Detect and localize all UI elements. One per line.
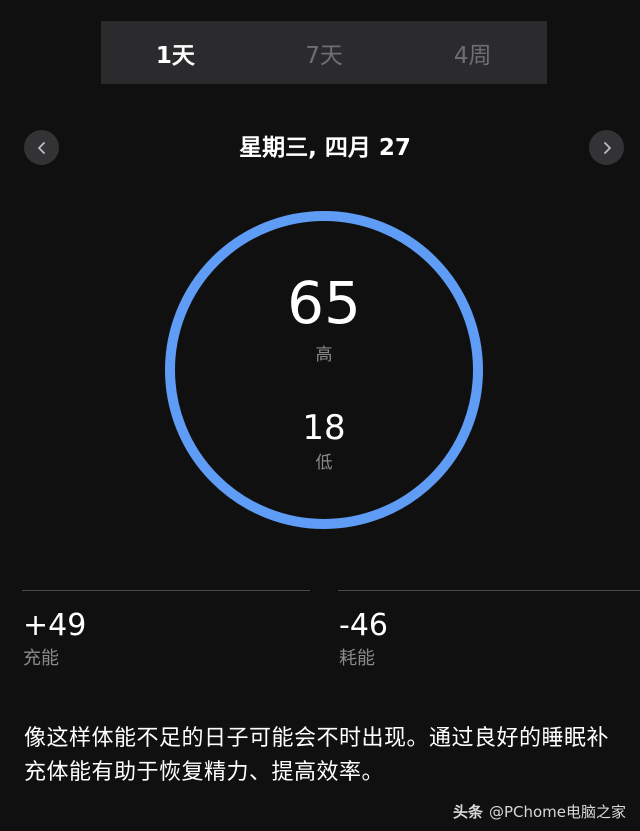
chevron-right-icon — [603, 141, 611, 154]
low-label: 低 — [315, 453, 333, 473]
chevron-left-icon — [37, 141, 45, 154]
high-value: 65 — [287, 269, 361, 337]
drain-divider — [338, 590, 640, 591]
tab-4-weeks[interactable]: 4周 — [398, 21, 547, 84]
next-day-button[interactable] — [589, 130, 624, 165]
date-title: 星期三, 四月 27 — [239, 135, 411, 161]
charge-label: 充能 — [23, 648, 59, 669]
tab-7-days[interactable]: 7天 — [250, 21, 399, 84]
charge-value: +49 — [23, 608, 87, 643]
low-value: 18 — [302, 408, 346, 448]
drain-value: -46 — [339, 608, 388, 643]
period-selector: 1天 7天 4周 — [101, 21, 547, 84]
watermark-brand: 头条 — [452, 803, 483, 821]
energy-description: 像这样体能不足的日子可能会不时出现。通过良好的睡眠补充体能有助于恢复精力、提高效… — [24, 726, 610, 785]
energy-screen: 1天 7天 4周 星期三, 四月 27 65 高 18 低 +49 充能 -46… — [0, 0, 640, 831]
energy-ring-arc — [165, 211, 483, 529]
energy-ring — [165, 211, 483, 529]
charge-divider — [22, 590, 310, 591]
watermark: 头条 @PChome电脑之家 — [453, 801, 626, 823]
drain-label: 耗能 — [339, 648, 375, 669]
tab-1-day[interactable]: 1天 — [101, 21, 250, 84]
watermark-handle: @PChome电脑之家 — [488, 803, 626, 821]
high-label: 高 — [315, 345, 333, 365]
previous-day-button[interactable] — [24, 130, 59, 165]
